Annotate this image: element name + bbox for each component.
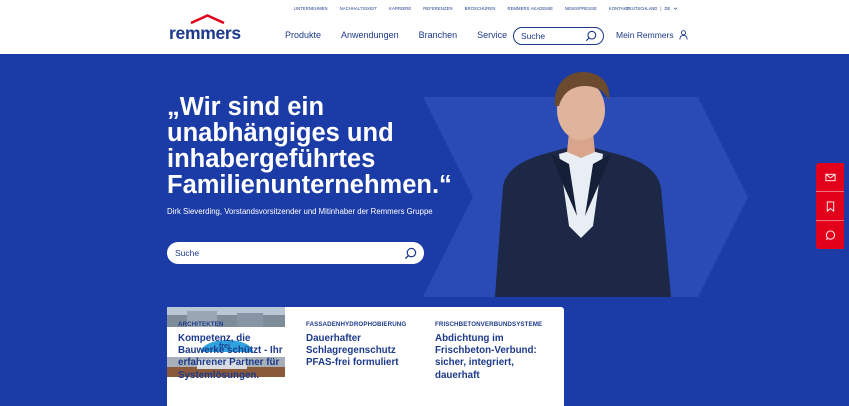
- utility-nav: UNTERNEHMEN NACHHALTIGKEIT KARRIERE REFE…: [294, 6, 641, 11]
- card-category: FRISCHBETONVERBUNDSYSTEME: [435, 321, 543, 328]
- card-title[interactable]: Dauerhafter Schlagregenschutz PFAS-frei …: [306, 333, 424, 370]
- page: UNTERNEHMEN NACHHALTIGKEIT KARRIERE REFE…: [0, 0, 849, 406]
- chat-icon: [825, 229, 835, 240]
- user-icon: [679, 30, 688, 40]
- teaser-card-frischbeton[interactable]: FRISCHBETONVERBUNDSYSTEME Abdichtung im …: [435, 321, 553, 382]
- hero-search-placeholder: Suche: [175, 248, 200, 258]
- site-header: UNTERNEHMEN NACHHALTIGKEIT KARRIERE REFE…: [0, 0, 849, 54]
- utility-link-referenzen[interactable]: REFERENZEN: [423, 6, 452, 11]
- remmers-logo[interactable]: remmers: [169, 14, 246, 40]
- hero-search-input[interactable]: Suche: [167, 242, 424, 264]
- account-link[interactable]: Mein Remmers: [616, 30, 688, 40]
- utility-link-news[interactable]: NEWS/PRESSE: [565, 6, 597, 11]
- bookmark-button[interactable]: [816, 192, 844, 221]
- main-nav: Produkte Anwendungen Branchen Service: [285, 30, 527, 40]
- separator: |: [660, 6, 662, 11]
- chat-button[interactable]: [816, 221, 844, 249]
- side-action-bar: [816, 163, 844, 249]
- teaser-card-architekten[interactable]: ARCHITEKTEN Kompetenz, die Bauwerke schü…: [178, 321, 296, 382]
- card-category: FASSADENHYDROPHOBIERUNG: [306, 321, 407, 328]
- language-label: DE: [664, 6, 671, 11]
- bookmark-icon: [826, 200, 834, 212]
- hero-subline: Dirk Sieverding, Vorstandsvorsitzender u…: [167, 207, 433, 216]
- card-title[interactable]: Kompetenz, die Bauwerke schützt - Ihr er…: [178, 333, 296, 382]
- card-title[interactable]: Abdichtung im Frischbeton-Verbund: siche…: [435, 333, 553, 382]
- nav-anwendungen[interactable]: Anwendungen: [341, 30, 399, 40]
- country-label: DEUTSCHLAND: [626, 6, 658, 11]
- nav-service[interactable]: Service: [477, 30, 507, 40]
- utility-link-broschueren[interactable]: BROSCHÜREN: [465, 6, 496, 11]
- nav-produkte[interactable]: Produkte: [285, 30, 321, 40]
- card-category: ARCHITEKTEN: [178, 321, 224, 328]
- utility-link-nachhaltigkeit[interactable]: NACHHALTIGKEIT: [340, 6, 377, 11]
- utility-link-akademie[interactable]: REMMERS AKADEMIE: [507, 6, 553, 11]
- utility-link-karriere[interactable]: KARRIERE: [389, 6, 411, 11]
- header-search-input[interactable]: Suche: [513, 27, 604, 45]
- svg-text:remmers: remmers: [169, 23, 241, 40]
- hero-headline: „Wir sind ein unabhängiges und inhaberge…: [167, 93, 452, 199]
- country-language-selector[interactable]: DEUTSCHLAND | DE: [626, 6, 678, 11]
- chevron-down-icon: [674, 7, 678, 10]
- search-icon[interactable]: [404, 247, 417, 260]
- contact-mail-button[interactable]: [816, 163, 844, 192]
- account-label: Mein Remmers: [616, 30, 674, 40]
- mail-icon: [824, 173, 836, 181]
- utility-link-unternehmen[interactable]: UNTERNEHMEN: [294, 6, 328, 11]
- header-search-placeholder: Suche: [521, 31, 546, 41]
- nav-branchen[interactable]: Branchen: [419, 30, 458, 40]
- portrait-image: [495, 72, 671, 297]
- teaser-cards: ARCHITEKTEN Kompetenz, die Bauwerke schü…: [167, 307, 564, 406]
- search-icon[interactable]: [585, 30, 597, 42]
- teaser-card-fassade[interactable]: FASSADENHYDROPHOBIERUNG Dauerhafter Schl…: [306, 321, 424, 370]
